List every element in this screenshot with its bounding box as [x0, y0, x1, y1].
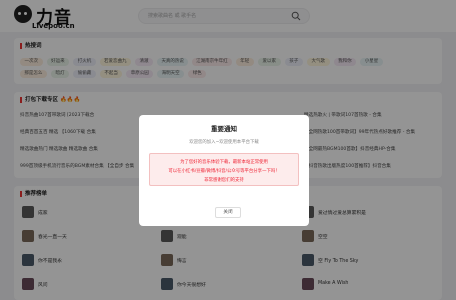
- modal-notice-box: 为了您好的音乐体验下载，最新本站正常使用 可以在小红书/豆瓣/微博/抖音/公众号…: [149, 153, 299, 186]
- modal-line-3: 非常感谢您们的支持: [204, 178, 244, 183]
- modal-title: 重要通知: [211, 125, 237, 133]
- close-button[interactable]: 关闭: [215, 207, 241, 218]
- modal-line-2: 可以在小红书/豆瓣/微博/抖音/公众号等平台分享一下吗！: [168, 169, 280, 174]
- notice-modal: 重要通知 欢迎您的加入~欢迎使用本平台下载 为了您好的音乐体验下载，最新本站正常…: [139, 115, 309, 226]
- modal-subtitle: 欢迎您的加入~欢迎使用本平台下载: [189, 140, 259, 145]
- modal-line-1: 为了您好的音乐体验下载，最新本站正常使用: [180, 160, 268, 165]
